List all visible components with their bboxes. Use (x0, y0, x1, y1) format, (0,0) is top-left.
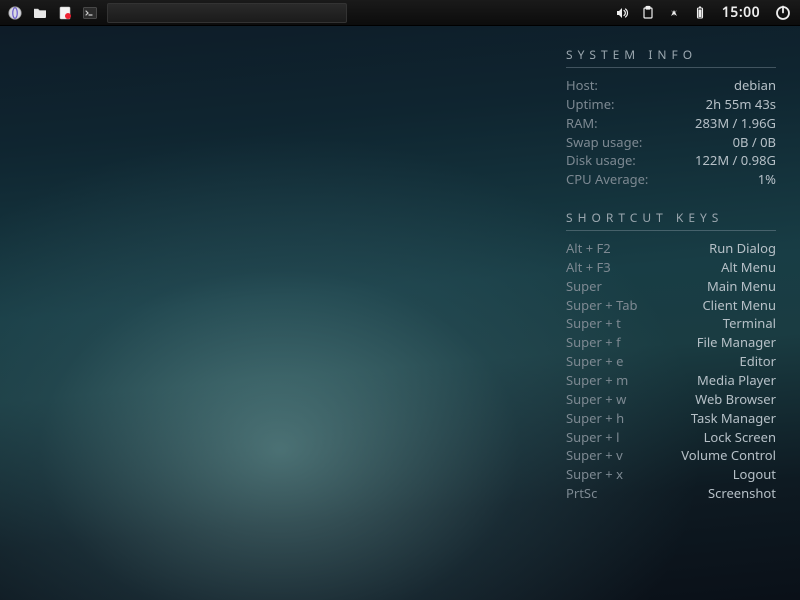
shortcut-key: Super + m (566, 371, 628, 390)
system-info-value: 1% (758, 170, 776, 189)
shortcut-key: Super + v (566, 446, 623, 465)
terminal-icon[interactable] (79, 3, 101, 23)
shortcut-row: Super + w Web Browser (566, 390, 776, 409)
shortcut-row: Super + x Logout (566, 465, 776, 484)
shortcuts-heading: SHORTCUT KEYS (566, 209, 776, 231)
shortcut-key: Super + Tab (566, 296, 638, 315)
system-tray: 15:00 (614, 3, 796, 23)
shortcut-row: Super + v Volume Control (566, 446, 776, 465)
system-info-row: CPU Average: 1% (566, 170, 776, 189)
battery-icon[interactable] (692, 3, 708, 23)
shortcut-key: Super + w (566, 390, 626, 409)
shortcut-row: Super + m Media Player (566, 371, 776, 390)
shortcut-key: PrtSc (566, 484, 597, 503)
shortcut-action: Client Menu (702, 296, 776, 315)
shortcut-row: Super + e Editor (566, 352, 776, 371)
desktop-info-overlay: SYSTEM INFO Host: debian Uptime: 2h 55m 43s… (566, 46, 776, 503)
file-manager-icon[interactable] (29, 3, 51, 23)
system-info-label: Swap usage: (566, 133, 642, 152)
shortcut-key: Super + t (566, 314, 621, 333)
shortcut-action: Editor (739, 352, 776, 371)
shortcut-row: Super Main Menu (566, 277, 776, 296)
system-info-row: Disk usage: 122M / 0.98G (566, 151, 776, 170)
shortcut-row: Super + t Terminal (566, 314, 776, 333)
shortcut-row: Alt + F2 Run Dialog (566, 239, 776, 258)
shortcut-action: Volume Control (681, 446, 776, 465)
shortcut-action: Main Menu (707, 277, 776, 296)
shortcut-key: Super + h (566, 409, 624, 428)
clipboard-icon[interactable] (640, 3, 656, 23)
shortcut-action: Alt Menu (721, 258, 776, 277)
shortcut-row: Super + Tab Client Menu (566, 296, 776, 315)
shortcut-row: PrtSc Screenshot (566, 484, 776, 503)
system-info-heading: SYSTEM INFO (566, 46, 776, 68)
system-info-row: Uptime: 2h 55m 43s (566, 95, 776, 114)
shortcut-row: Alt + F3 Alt Menu (566, 258, 776, 277)
shortcut-action: Media Player (697, 371, 776, 390)
system-info-value: 122M / 0.98G (695, 151, 776, 170)
editor-icon[interactable] (54, 3, 76, 23)
launcher-tray (4, 3, 101, 23)
system-info-row: Host: debian (566, 76, 776, 95)
system-info-label: RAM: (566, 114, 598, 133)
system-info-label: Disk usage: (566, 151, 636, 170)
system-info-value: 2h 55m 43s (706, 95, 776, 114)
shortcut-key: Alt + F2 (566, 239, 611, 258)
shortcut-action: Web Browser (695, 390, 776, 409)
shortcut-action: Task Manager (691, 409, 776, 428)
shortcut-key: Alt + F3 (566, 258, 611, 277)
shortcut-key: Super + f (566, 333, 621, 352)
taskbar-window-slot[interactable] (107, 3, 347, 23)
shortcut-action: Screenshot (708, 484, 776, 503)
clock[interactable]: 15:00 (718, 3, 764, 23)
system-info-value: 0B / 0B (733, 133, 776, 152)
volume-icon[interactable] (614, 3, 630, 23)
system-info-row: RAM: 283M / 1.96G (566, 114, 776, 133)
shortcut-action: Logout (733, 465, 776, 484)
system-info-value: 283M / 1.96G (695, 114, 776, 133)
shortcut-key: Super (566, 277, 602, 296)
power-icon[interactable] (774, 3, 792, 23)
network-icon[interactable] (666, 3, 682, 23)
system-info-label: Uptime: (566, 95, 615, 114)
shortcut-action: File Manager (697, 333, 776, 352)
shortcut-key: Super + l (566, 428, 619, 447)
shortcut-key: Super + e (566, 352, 623, 371)
shortcut-row: Super + h Task Manager (566, 409, 776, 428)
shortcut-key: Super + x (566, 465, 623, 484)
system-info-value: debian (734, 76, 776, 95)
shortcut-row: Super + l Lock Screen (566, 428, 776, 447)
system-info-label: CPU Average: (566, 170, 648, 189)
shortcut-action: Run Dialog (709, 239, 776, 258)
system-info-row: Swap usage: 0B / 0B (566, 133, 776, 152)
shortcut-action: Lock Screen (704, 428, 776, 447)
shortcut-row: Super + f File Manager (566, 333, 776, 352)
shortcut-action: Terminal (723, 314, 776, 333)
system-info-label: Host: (566, 76, 598, 95)
top-panel: 15:00 (0, 0, 800, 26)
app-menu-icon[interactable] (4, 3, 26, 23)
